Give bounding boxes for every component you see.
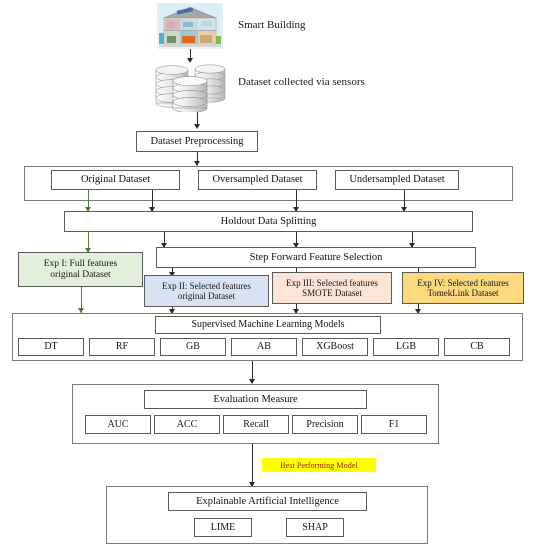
node-original-dataset[interactable]: Original Dataset xyxy=(51,170,180,190)
node-xai-lime[interactable]: LIME xyxy=(194,518,252,537)
best-performing-model-badge: Best Performing Model xyxy=(262,458,376,472)
smart-building-cutaway-icon xyxy=(157,3,223,49)
experiment-4-line1: Exp IV: Selected features xyxy=(417,277,509,288)
node-metric-recall[interactable]: Recall xyxy=(223,415,289,434)
node-model-xgboost[interactable]: XGBoost xyxy=(302,338,368,356)
arrowhead-database-to-preprocessing xyxy=(193,124,200,129)
node-step-forward-feature-selection[interactable]: Step Forward Feature Selection xyxy=(156,247,476,268)
node-model-ab[interactable]: AB xyxy=(231,338,297,356)
node-metric-precision[interactable]: Precision xyxy=(292,415,358,434)
node-model-gb[interactable]: GB xyxy=(160,338,226,356)
node-evaluation-measure[interactable]: Evaluation Measure xyxy=(144,390,367,409)
node-experiment-3[interactable]: Exp III: Selected features SMOTE Dataset xyxy=(272,272,392,304)
node-experiment-4[interactable]: Exp IV: Selected features TomekLink Data… xyxy=(402,272,524,304)
connector-evaluation-to-xai xyxy=(252,444,253,486)
dataset-collected-label: Dataset collected via sensors xyxy=(238,76,365,88)
node-model-cb[interactable]: CB xyxy=(444,338,510,356)
experiment-2-line2: original Dataset xyxy=(177,291,236,301)
database-stack-icon xyxy=(152,60,230,112)
node-experiment-1[interactable]: Exp I: Full features original Dataset xyxy=(18,252,143,287)
experiment-2-line1: Exp II: Selected features xyxy=(162,280,251,291)
experiment-1-line2: original Dataset xyxy=(50,269,111,280)
node-supervised-ml-models[interactable]: Supervised Machine Learning Models xyxy=(155,316,381,334)
node-model-dt[interactable]: DT xyxy=(18,338,84,356)
experiment-4-line2: TomekLink Dataset xyxy=(427,288,499,298)
node-holdout-data-splitting[interactable]: Holdout Data Splitting xyxy=(64,211,473,232)
node-experiment-2[interactable]: Exp II: Selected features original Datas… xyxy=(144,275,269,307)
node-metric-auc[interactable]: AUC xyxy=(85,415,151,434)
node-metric-acc[interactable]: ACC xyxy=(154,415,220,434)
node-dataset-preprocessing[interactable]: Dataset Preprocessing xyxy=(136,131,258,152)
node-undersampled-dataset[interactable]: Undersampled Dataset xyxy=(335,170,459,190)
node-explainable-ai[interactable]: Explainable Artificial Intelligence xyxy=(168,492,367,511)
node-metric-f1[interactable]: F1 xyxy=(361,415,427,434)
experiment-1-line1: Exp I: Full features xyxy=(43,258,118,269)
experiment-3-line1: Exp III: Selected features xyxy=(286,277,378,288)
node-model-rf[interactable]: RF xyxy=(89,338,155,356)
flowchart-canvas: Smart Building Dataset collected via sen… xyxy=(0,0,535,550)
experiment-3-line2: SMOTE Dataset xyxy=(302,288,362,298)
node-model-lgb[interactable]: LGB xyxy=(373,338,439,356)
node-oversampled-dataset[interactable]: Oversampled Dataset xyxy=(198,170,317,190)
smart-building-label: Smart Building xyxy=(238,19,306,31)
node-xai-shap[interactable]: SHAP xyxy=(286,518,344,537)
